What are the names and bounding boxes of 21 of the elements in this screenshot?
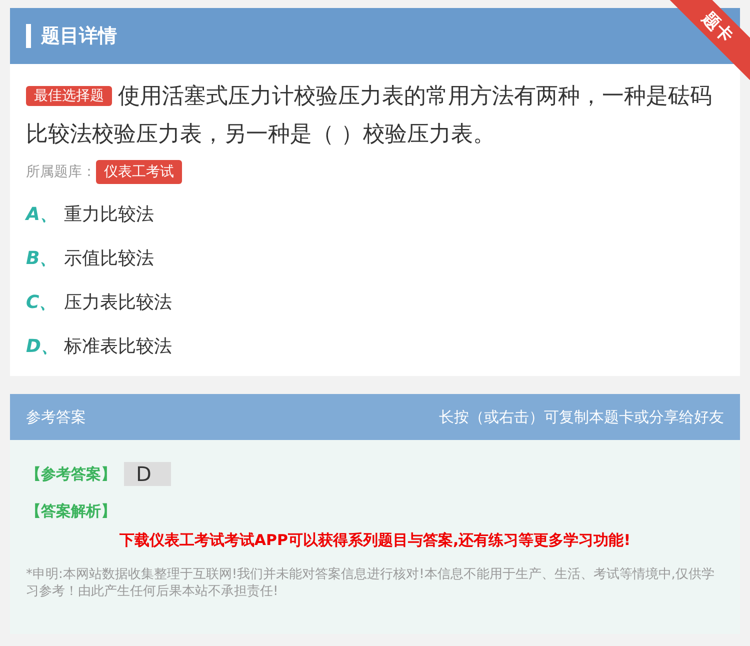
share-hint: 长按（或右击）可复制本题卡或分享给好友 [439,408,724,426]
analysis-label: 【答案解析】 [26,502,116,521]
bank-tag[interactable]: 仪表工考试 [96,160,182,184]
option-text: 重力比较法 [64,203,154,226]
option-letter: A、 [26,203,52,226]
disclaimer-text: *申明:本网站数据收集整理于互联网!我们并未能对答案信息进行核对!本信息不能用于生产、生活、考试等情境中,仅供学习参考！由此产生任何后果本站不承担责任! [26,566,716,600]
option-letter: D、 [26,335,52,358]
answer-label: 【参考答案】 [26,464,116,484]
option-text: 标准表比较法 [64,335,172,358]
question-type-tag: 最佳选择题 [26,86,112,106]
question-text: $^{最佳选择题}$ 使用活塞式压力计校验压力表的常用方法有两种，一种是砝码比较法校验压力表，另一种是（ ）校验压力表。 [26,83,713,149]
answer-title: 参考答案 [26,408,86,426]
promo-text: 下载仪表工考试考试APP可以获得系列题目与答案,还有练习等更多学习功能! [118,531,632,550]
header-title: 题目详情 [41,24,117,49]
option-text: 压力表比较法 [64,291,172,314]
bank-label: 所属题库： [26,163,96,181]
option-text: 示值比较法 [64,247,154,270]
option-letter: B、 [26,247,52,270]
title-marker [26,24,31,48]
option-letter: C、 [26,291,52,314]
answer-value: D [124,462,172,486]
